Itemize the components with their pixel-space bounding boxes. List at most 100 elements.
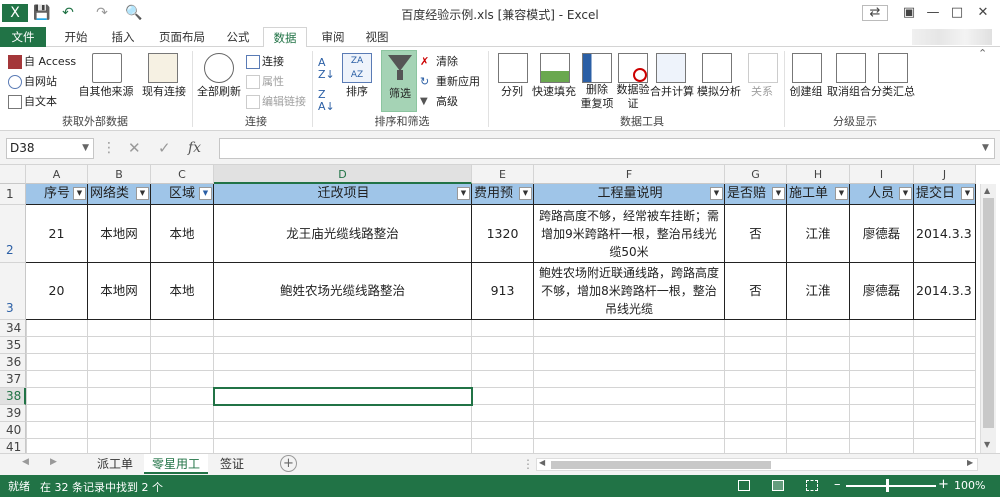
column-header-a[interactable]: A [26,165,88,184]
scroll-left-icon[interactable]: ◀ [539,458,545,467]
data-cell[interactable]: 江淮 [787,205,850,263]
from-text-button[interactable]: 自文本 [8,93,57,109]
row-header-37[interactable]: 37 [0,371,26,388]
data-cell[interactable]: 本地网 [88,263,151,320]
row-header-1[interactable]: 1 [0,184,26,205]
filter-dropdown-icon[interactable]: ▼ [961,187,974,200]
what-if-analysis-button[interactable]: 模拟分析 [694,85,744,99]
text-to-columns-button[interactable]: 分列 [494,85,530,99]
restore-icon[interactable]: ⇄ [862,5,888,21]
data-cell[interactable]: 本地网 [88,205,151,263]
sheet-tab-casual-labor[interactable]: 零星用工 [144,454,208,474]
data-cell[interactable]: 跨路高度不够，经常被车挂断；需增加9米跨路杆一根，整治吊线光缆50米 [534,205,725,263]
page-break-view-icon[interactable] [806,480,818,491]
data-cell[interactable]: 20 [26,263,88,320]
column-header-c[interactable]: C [151,165,214,184]
header-cell-b1[interactable]: 网络类 ▼ [88,184,151,205]
column-header-j[interactable]: J [914,165,976,184]
header-cell-c1[interactable]: 区域 ▼ [151,184,214,205]
redo-icon[interactable]: ↷ [92,4,112,22]
add-sheet-icon[interactable]: + [280,455,297,472]
tab-insert[interactable]: 插入 [103,27,143,47]
header-cell-e1[interactable]: 费用预 ▼ [472,184,534,205]
data-cell[interactable]: 鲍姓农场光缆线路整治 [214,263,472,320]
row-header-34[interactable]: 34 [0,320,26,337]
refresh-all-button[interactable]: 全部刷新 [195,85,243,99]
enter-icon[interactable]: ✓ [158,138,171,159]
save-icon[interactable]: 💾 [32,4,52,22]
tab-file[interactable]: 文件 [0,27,46,47]
group-button[interactable]: 创建组 [784,85,828,99]
data-cell[interactable]: 2014.3.3 [914,263,976,320]
filter-dropdown-icon[interactable]: ▼ [519,187,532,200]
filter-dropdown-icon[interactable]: ▼ [835,187,848,200]
horizontal-scroll-thumb[interactable] [551,461,771,469]
tab-formulas[interactable]: 公式 [218,27,258,47]
tab-view[interactable]: 视图 [357,27,397,47]
filter-dropdown-icon[interactable]: ▼ [710,187,723,200]
sort-ascending-icon[interactable]: A Z↓ [318,57,335,81]
sheet-tab-visa[interactable]: 签证 [212,454,252,474]
empty-cells[interactable] [26,320,976,453]
column-header-h[interactable]: H [787,165,850,184]
data-cell[interactable]: 廖德磊 [850,205,914,263]
column-header-d[interactable]: D [214,165,472,184]
existing-connections-button[interactable]: 现有连接 [140,85,188,99]
name-box[interactable]: D38 ▼ [6,138,94,159]
zoom-slider-handle[interactable] [886,479,889,492]
prev-sheet-icon[interactable]: ◀ [22,457,29,467]
ribbon-display-icon[interactable]: ▣ [896,3,922,23]
filter-dropdown-icon[interactable]: ▼ [457,187,470,200]
header-cell-g1[interactable]: 是否赔 ▼ [725,184,787,205]
data-cell[interactable]: 21 [26,205,88,263]
consolidate-button[interactable]: 合并计算 [648,85,696,99]
header-cell-h1[interactable]: 施工单 ▼ [787,184,850,205]
collapse-ribbon-icon[interactable]: ⌃ [978,47,987,60]
data-cell[interactable]: 否 [725,263,787,320]
horizontal-scrollbar[interactable]: ◀ ▶ [536,458,978,471]
vertical-scrollbar[interactable]: ▲ ▼ [980,184,996,453]
data-cell[interactable]: 1320 [472,205,534,263]
column-header-i[interactable]: I [850,165,914,184]
maximize-icon[interactable]: □ [944,3,970,23]
data-cell[interactable]: 鲍姓农场附近联通线路，跨路高度不够，增加8米跨路杆一根，整治吊线光缆 [534,263,725,320]
filter-dropdown-icon[interactable]: ▼ [73,187,86,200]
column-header-e[interactable]: E [472,165,534,184]
sort-button[interactable]: 排序 [337,85,377,99]
data-cell[interactable]: 江淮 [787,263,850,320]
vertical-scroll-thumb[interactable] [983,198,994,428]
filter-active-icon[interactable]: ▼ [199,187,212,200]
from-other-sources-button[interactable]: 自其他来源 [76,85,136,99]
scroll-right-icon[interactable]: ▶ [967,458,973,467]
row-header-40[interactable]: 40 [0,422,26,439]
subtotal-button[interactable]: 分类汇总 [868,85,918,99]
column-header-g[interactable]: G [725,165,787,184]
relationships-button[interactable]: 关系 [744,85,780,99]
tab-review[interactable]: 审阅 [313,27,353,47]
sort-descending-icon[interactable]: Z A↓ [318,89,335,113]
from-web-button[interactable]: 自网站 [8,73,57,89]
page-layout-view-icon[interactable] [772,480,784,491]
data-cell[interactable]: 本地 [151,263,214,320]
row-header-39[interactable]: 39 [0,405,26,422]
print-preview-icon[interactable]: 🔍 [124,4,144,22]
insert-function-icon[interactable]: fx [188,138,201,159]
row-header-3[interactable]: 3 [0,263,26,320]
row-header-2[interactable]: 2 [0,205,26,263]
header-cell-i1[interactable]: 人员 ▼ [850,184,914,205]
clear-filter-button[interactable]: ✗ 清除 [420,53,458,69]
minimize-icon[interactable]: — [920,3,946,23]
tab-data[interactable]: 数据 [263,27,307,48]
scroll-up-icon[interactable]: ▲ [984,186,990,195]
expand-formula-icon[interactable]: ▼ [982,143,989,153]
more-options-icon[interactable]: ⋮ [102,138,116,159]
header-cell-a1[interactable]: 序号 ▼ [26,184,88,205]
data-cell[interactable]: 否 [725,205,787,263]
name-box-dropdown-icon[interactable]: ▼ [82,139,89,158]
advanced-filter-button[interactable]: ▼ 高级 [420,93,458,109]
zoom-level[interactable]: 100% [954,479,985,492]
tab-split-icon[interactable]: ⋮ [522,457,534,471]
select-all-corner[interactable] [0,165,26,184]
worksheet-grid[interactable]: A B C D E F G H I J 1 2 3 34 35 36 37 38… [0,165,1000,453]
edit-links-button[interactable]: 编辑链接 [246,93,306,109]
